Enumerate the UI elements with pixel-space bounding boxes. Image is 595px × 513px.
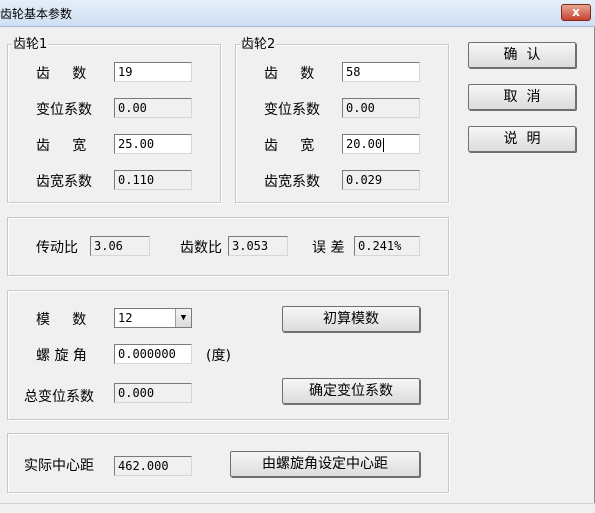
cancel-button[interactable]: 取 消: [468, 84, 576, 110]
gear1-width-label: 齿 宽: [36, 138, 87, 154]
center-distance-field: 462.000: [114, 456, 192, 476]
gear-parameters-dialog: 齿轮基本参数 x 齿轮1 齿 数 19 变位系数 0.00 齿 宽 25.00 …: [0, 0, 595, 513]
gear2-width-value: 20.00: [346, 137, 383, 151]
set-shift-button[interactable]: 确定变位系数: [282, 378, 420, 404]
gear2-teeth-label: 齿 数: [264, 66, 315, 82]
gear2-width-coef-label: 齿宽系数: [264, 174, 320, 190]
ok-button[interactable]: 确 认: [468, 42, 576, 68]
gear1-group-title: 齿轮1: [12, 37, 49, 52]
help-button[interactable]: 说 明: [468, 126, 576, 152]
gear2-width-input[interactable]: 20.00: [342, 134, 420, 154]
gear1-width-coef-field: 0.110: [114, 170, 192, 190]
transmission-ratio-field: 3.06: [90, 236, 150, 256]
gear1-width-input[interactable]: 25.00: [114, 134, 192, 154]
total-shift-field: 0.000: [114, 383, 192, 403]
gear2-group-title: 齿轮2: [240, 37, 277, 52]
calc-module-button[interactable]: 初算模数: [282, 306, 420, 332]
gear2-teeth-input[interactable]: 58: [342, 62, 420, 82]
helix-angle-label: 螺 旋 角: [36, 348, 87, 364]
text-caret: [383, 137, 385, 152]
error-label: 误 差: [312, 240, 345, 256]
set-center-distance-button[interactable]: 由螺旋角设定中心距: [230, 451, 420, 477]
gear2-width-label: 齿 宽: [264, 138, 315, 154]
chevron-down-icon[interactable]: ▼: [175, 309, 191, 327]
title-bar: 齿轮基本参数 x: [0, 0, 595, 27]
center-distance-label: 实际中心距: [24, 458, 94, 474]
module-select-value: 12: [118, 311, 133, 325]
helix-angle-input[interactable]: 0.000000: [114, 344, 192, 364]
gear1-teeth-input[interactable]: 19: [114, 62, 192, 82]
module-label: 模 数: [36, 312, 87, 328]
gear2-shift-field: 0.00: [342, 98, 420, 118]
total-shift-label: 总变位系数: [24, 389, 94, 405]
module-select[interactable]: 12 ▼: [114, 308, 192, 328]
gear1-width-coef-label: 齿宽系数: [36, 174, 92, 190]
gear1-teeth-label: 齿 数: [36, 66, 87, 82]
gear2-shift-label: 变位系数: [264, 102, 320, 118]
teeth-ratio-field: 3.053: [228, 236, 288, 256]
transmission-ratio-label: 传动比: [36, 240, 78, 256]
helix-angle-unit: (度): [206, 348, 231, 364]
gear1-shift-field: 0.00: [114, 98, 192, 118]
window-title: 齿轮基本参数: [0, 7, 73, 21]
teeth-ratio-label: 齿数比: [180, 240, 222, 256]
gear1-shift-label: 变位系数: [36, 102, 92, 118]
gear2-width-coef-field: 0.029: [342, 170, 420, 190]
close-button[interactable]: x: [561, 4, 591, 21]
error-field: 0.241%: [354, 236, 420, 256]
